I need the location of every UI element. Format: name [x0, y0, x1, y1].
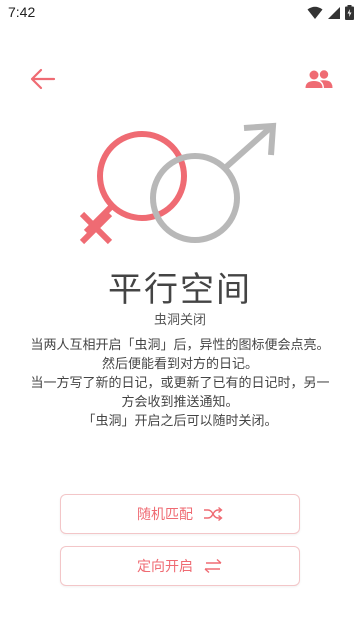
- battery-icon: [345, 5, 354, 20]
- description-line-3: 「虫洞」开启之后可以随时关闭。: [82, 414, 278, 429]
- gender-symbols-icon: [79, 122, 277, 245]
- random-match-label: 随机匹配: [137, 507, 193, 523]
- people-button[interactable]: [304, 66, 334, 94]
- description-line-2: 当一方写了新的日记，或更新了已有的日记时，另一方会收到推送通知。: [30, 376, 330, 410]
- page-title: 平行空间: [108, 270, 252, 310]
- status-bar: 7:42: [0, 0, 360, 26]
- wifi-icon: [307, 6, 323, 19]
- arrow-left-icon: [30, 68, 56, 90]
- back-button[interactable]: [28, 64, 58, 94]
- directed-open-button[interactable]: 定向开启: [60, 546, 300, 586]
- swap-arrows-icon: [204, 558, 222, 574]
- status-icons: [307, 5, 354, 20]
- shuffle-icon: [204, 506, 223, 522]
- people-icon: [305, 70, 333, 88]
- signal-icon: [328, 6, 340, 19]
- description: 当两人互相开启「虫洞」后，异性的图标便会点亮。然后便能看到对方的日记。 当一方写…: [30, 336, 330, 431]
- status-time: 7:42: [8, 4, 36, 20]
- description-line-1: 当两人互相开启「虫洞」后，异性的图标便会点亮。然后便能看到对方的日记。: [30, 338, 330, 372]
- directed-open-label: 定向开启: [137, 559, 193, 575]
- random-match-button[interactable]: 随机匹配: [60, 494, 300, 534]
- wormhole-status: 虫洞关闭: [153, 313, 206, 328]
